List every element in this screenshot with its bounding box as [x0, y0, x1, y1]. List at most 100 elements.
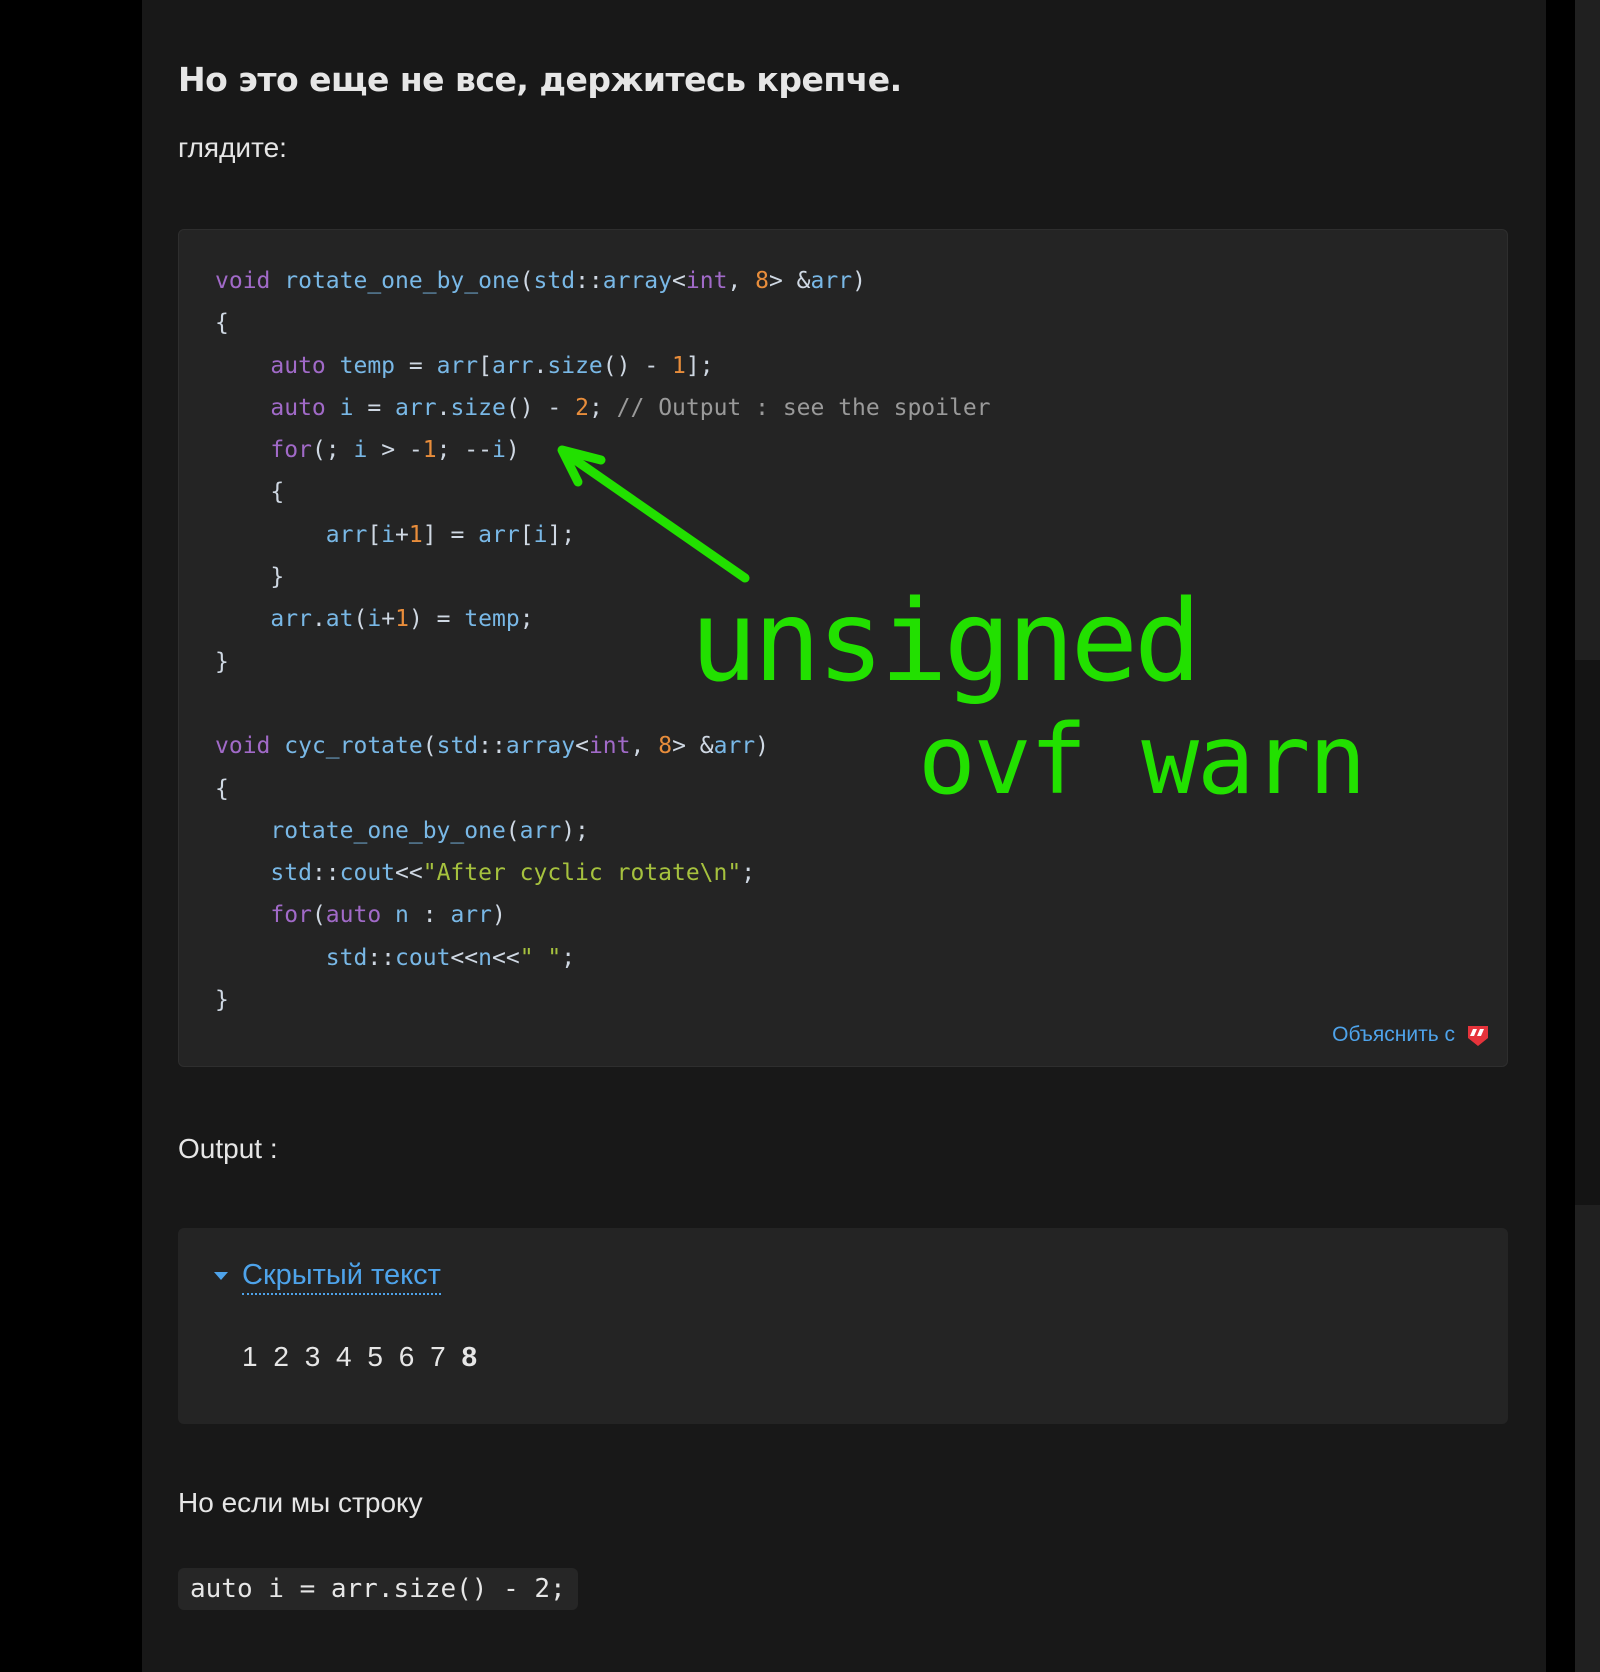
- code-line: arr.at(i+1) = temp;: [215, 598, 991, 640]
- code-token: rotate_one_by_one: [284, 268, 520, 294]
- code-token: 1: [422, 437, 437, 464]
- code-token: i: [533, 521, 548, 548]
- code-token: arr: [519, 817, 562, 844]
- code-token: [: [367, 521, 382, 548]
- code-token: (: [353, 606, 368, 633]
- code-token: {: [215, 775, 229, 802]
- code-token: ] =: [422, 521, 479, 548]
- code-token: array: [602, 268, 673, 294]
- code-line: for(; i > -1; --i): [215, 429, 991, 471]
- code-token: ::: [311, 860, 340, 887]
- code-token: <<: [395, 860, 423, 887]
- code-token: size: [450, 394, 506, 421]
- code-token: std: [270, 860, 312, 887]
- code-token: <<: [491, 944, 520, 971]
- explain-button[interactable]: Объяснить с: [1332, 1022, 1491, 1048]
- code-token: arr: [270, 606, 312, 633]
- caret-down-icon: [214, 1272, 228, 1281]
- code-token: auto: [270, 352, 326, 379]
- code-token: i: [381, 521, 396, 548]
- code-token: .: [533, 352, 548, 379]
- code-token: ; --: [436, 437, 492, 464]
- code-token: {: [215, 479, 285, 506]
- code-token: }: [215, 648, 229, 675]
- code-line: auto i = arr.size() - 2; // Output : see…: [215, 387, 991, 429]
- code-token: <: [672, 268, 686, 294]
- code-token: ): [852, 268, 866, 294]
- spoiler-content: 1 2 3 4 5 6 7 8: [242, 1341, 481, 1373]
- code-block: void rotate_one_by_one(std::array<int, 8…: [178, 229, 1508, 1067]
- code-token: arr: [325, 521, 368, 548]
- code-token: arr: [395, 394, 437, 421]
- code-line: rotate_one_by_one(arr);: [215, 810, 991, 852]
- code-token: +: [395, 521, 409, 548]
- explain-label: Объяснить с: [1332, 1023, 1455, 1046]
- spoiler-toggle[interactable]: Скрытый текст: [214, 1258, 441, 1295]
- code-line: {: [215, 471, 991, 513]
- code-token: array: [505, 733, 576, 760]
- code-token: n: [395, 902, 409, 929]
- code-token: cyc_rotate: [284, 733, 423, 760]
- code-token: void: [215, 268, 271, 294]
- code-token: }: [215, 987, 229, 1014]
- code-token: " ": [519, 944, 562, 971]
- code-token: ];: [547, 521, 576, 548]
- code-line: auto temp = arr[arr.size() - 1];: [215, 345, 991, 387]
- code-token: at: [325, 606, 354, 633]
- code-line: }: [215, 979, 991, 1021]
- code-line: std::cout<<"After cyclic rotate\n";: [215, 852, 991, 894]
- spoiler-output-bold: 8: [461, 1341, 482, 1372]
- scrollbar-thumb-lower[interactable]: [1575, 1205, 1600, 1672]
- code-token: // Output : see the spoiler: [616, 394, 991, 421]
- intro-text: глядите:: [178, 132, 287, 163]
- code-line: arr[i+1] = arr[i];: [215, 514, 991, 556]
- code-token: +: [381, 606, 396, 633]
- code-token: i: [491, 437, 506, 464]
- code-token: ;: [519, 606, 534, 633]
- code-token: 1: [408, 521, 423, 548]
- code-token: arr: [491, 352, 534, 379]
- output-label: Output :: [178, 1133, 278, 1164]
- code-token: [: [519, 521, 534, 548]
- code-line: }: [215, 641, 991, 683]
- code-token: 8: [658, 733, 673, 760]
- code-token: ,: [727, 268, 756, 294]
- code-token: (;: [311, 437, 354, 464]
- code-token: (: [505, 817, 520, 844]
- code-token: ::: [575, 268, 603, 294]
- code-token: arr: [713, 733, 756, 760]
- code-token: (: [311, 902, 326, 929]
- code-token: <<: [450, 944, 479, 971]
- code-token: ): [505, 437, 520, 464]
- code-token: std: [436, 733, 479, 760]
- code-token: (: [422, 733, 437, 760]
- code-token: ;: [588, 394, 617, 421]
- code-token: =: [353, 394, 396, 421]
- section-heading: Но это еще не все, держитесь крепче.: [178, 60, 902, 99]
- code-token: int: [685, 268, 728, 294]
- code-token: arr: [478, 521, 520, 548]
- code-token: int: [588, 733, 631, 760]
- code-token: cout: [395, 944, 451, 971]
- scrollbar-thumb[interactable]: [1575, 0, 1600, 660]
- code-token: ): [755, 733, 770, 760]
- code-token: ;: [741, 860, 756, 887]
- code-token: .: [311, 606, 326, 633]
- code-token: "After cyclic rotate\n": [422, 860, 742, 887]
- code-token: );: [561, 817, 589, 844]
- code-token: <: [575, 733, 589, 760]
- code-token: void: [215, 733, 271, 760]
- code-token: for: [270, 437, 312, 464]
- code-token: > -: [367, 437, 423, 464]
